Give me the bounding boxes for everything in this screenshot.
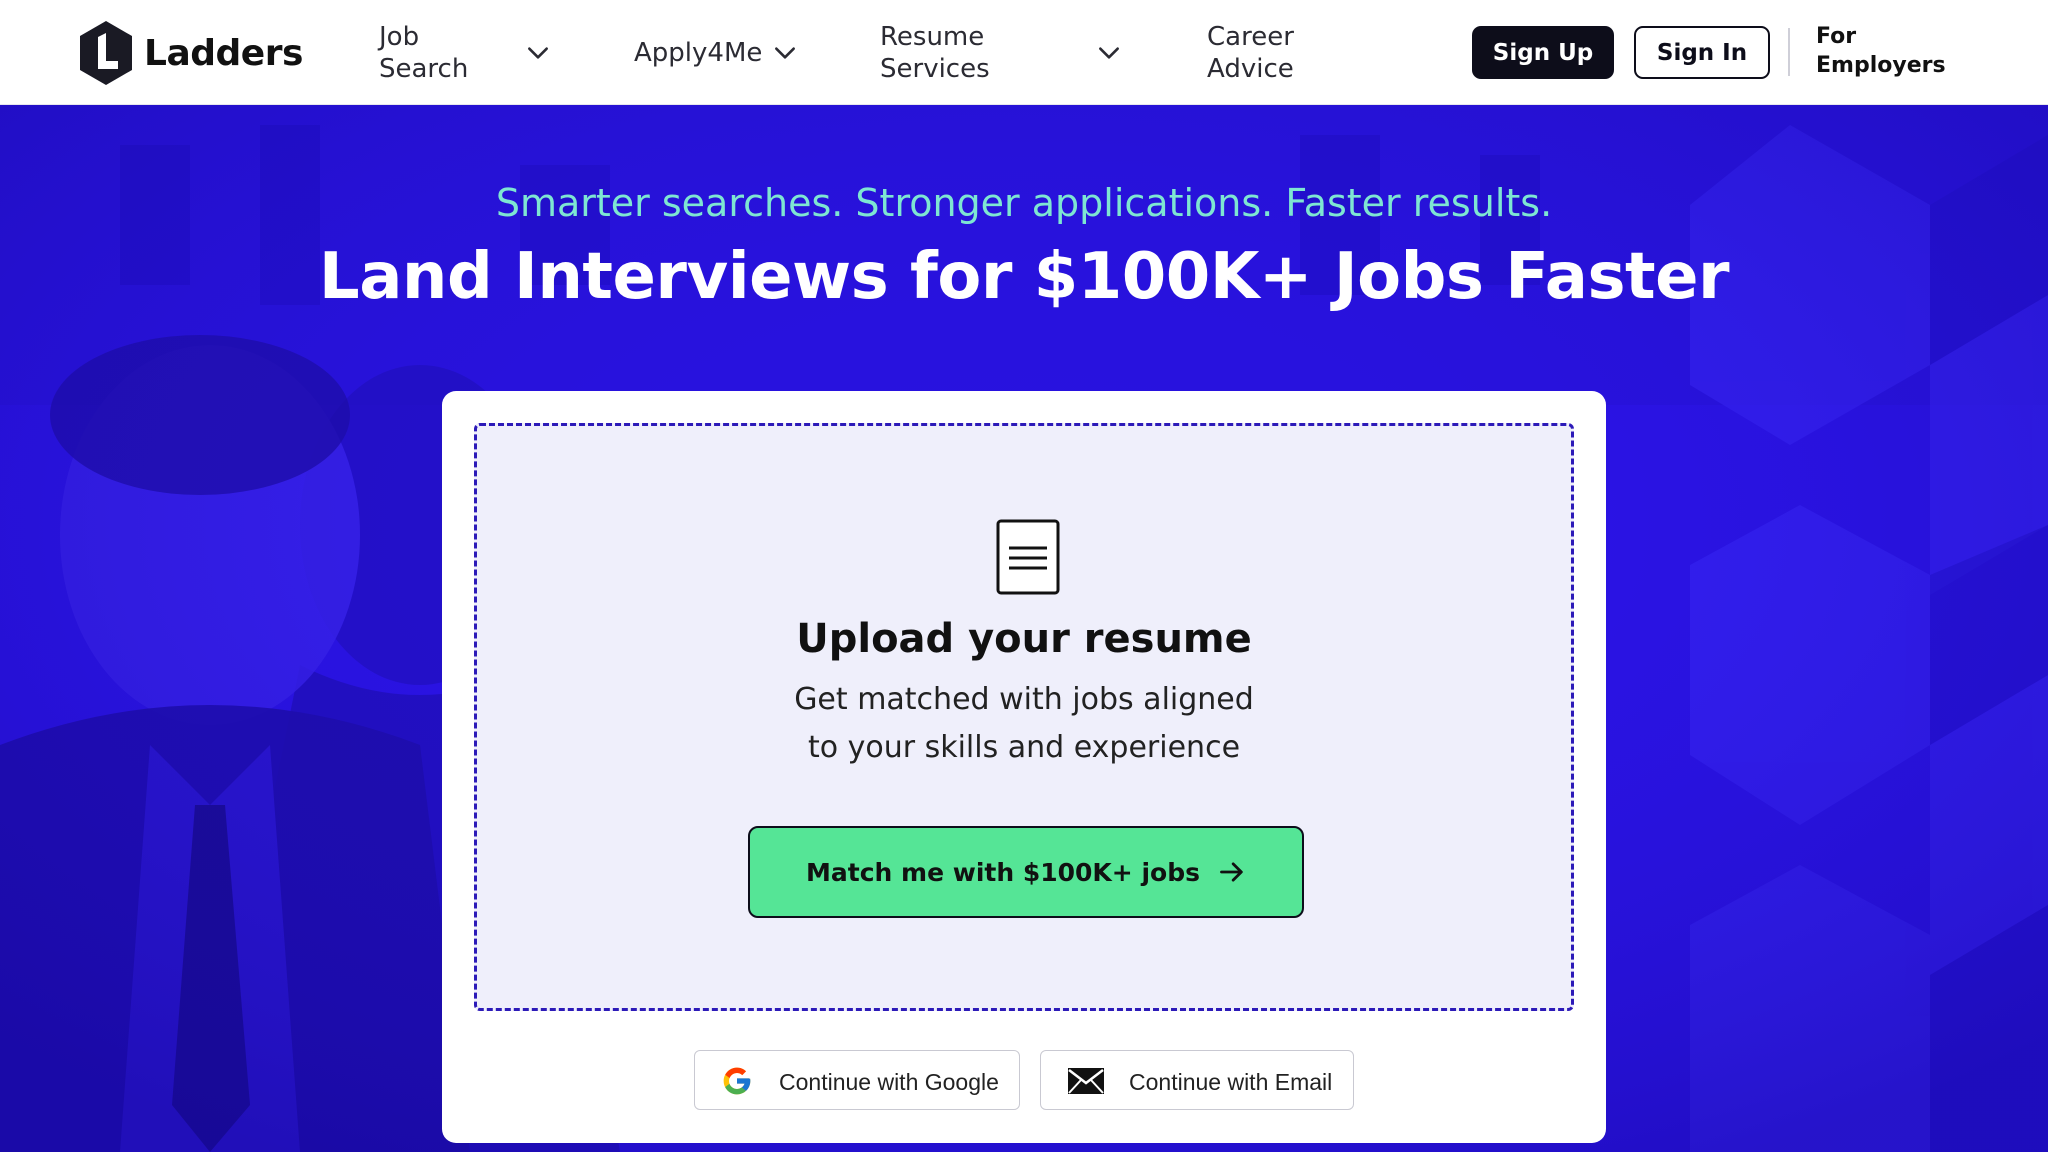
nav-job-search-label-1: Job xyxy=(379,22,420,52)
upload-subtitle: Get matched with jobs aligned to your sk… xyxy=(477,676,1571,772)
nav-apply4me-label: Apply4Me xyxy=(634,38,763,68)
nav-resume-services[interactable]: Resume Services xyxy=(880,22,1130,84)
resume-upload-card: Upload your resume Get matched with jobs… xyxy=(442,391,1606,1143)
nav-career-advice-label-2: Advice xyxy=(1207,54,1294,84)
sign-up-button[interactable]: Sign Up xyxy=(1472,26,1614,79)
continue-with-google-button[interactable]: Continue with Google xyxy=(694,1050,1020,1110)
ladders-hexagon-logo-icon xyxy=(80,21,132,85)
header-divider xyxy=(1788,28,1790,76)
chevron-down-icon xyxy=(1099,47,1119,59)
upload-title: Upload your resume xyxy=(796,616,1252,662)
continue-with-email-button[interactable]: Continue with Email xyxy=(1040,1050,1354,1110)
hero-section: Smarter searches. Stronger applications.… xyxy=(0,105,2048,1152)
chevron-down-icon xyxy=(528,47,548,59)
sign-in-button[interactable]: Sign In xyxy=(1634,26,1770,79)
logo-text: Ladders xyxy=(144,32,303,74)
for-employers-label-2: Employers xyxy=(1816,53,1946,78)
hero-headline: Land Interviews for $100K+ Jobs Faster xyxy=(318,240,1730,314)
match-jobs-button[interactable]: Match me with $100K+ jobs xyxy=(748,826,1304,918)
google-icon xyxy=(723,1067,751,1095)
resume-dropzone[interactable]: Upload your resume Get matched with jobs… xyxy=(474,423,1574,1011)
continue-with-email-label: Continue with Email xyxy=(1129,1069,1333,1095)
continue-with-google-label: Continue with Google xyxy=(779,1069,999,1095)
nav-job-search-label-2: Search xyxy=(379,54,469,84)
nav-resume-services-label-2: Services xyxy=(880,54,990,84)
nav-job-search[interactable]: Job Search xyxy=(379,22,559,84)
nav-career-advice-label-1: Career xyxy=(1207,22,1294,52)
for-employers-label-1: For xyxy=(1816,24,1857,49)
envelope-icon xyxy=(1068,1068,1104,1094)
upload-subtitle-line-1: Get matched with jobs aligned xyxy=(794,682,1254,717)
for-employers-link[interactable]: For Employers xyxy=(1816,22,1976,80)
arrow-right-icon xyxy=(1220,862,1243,882)
document-icon xyxy=(996,519,1060,595)
top-navigation-bar: Ladders Job Search Apply4Me Resume Servi… xyxy=(0,0,2048,105)
upload-subtitle-line-2: to your skills and experience xyxy=(807,730,1241,765)
nav-career-advice[interactable]: Career Advice xyxy=(1207,22,1347,84)
hero-tagline: Smarter searches. Stronger applications.… xyxy=(495,181,1553,225)
chevron-down-icon xyxy=(775,47,795,59)
nav-apply4me[interactable]: Apply4Me xyxy=(634,22,804,84)
nav-resume-services-label-1: Resume xyxy=(880,22,985,52)
ladders-logo[interactable]: Ladders xyxy=(78,18,303,88)
match-jobs-button-label: Match me with $100K+ jobs xyxy=(806,857,1200,887)
